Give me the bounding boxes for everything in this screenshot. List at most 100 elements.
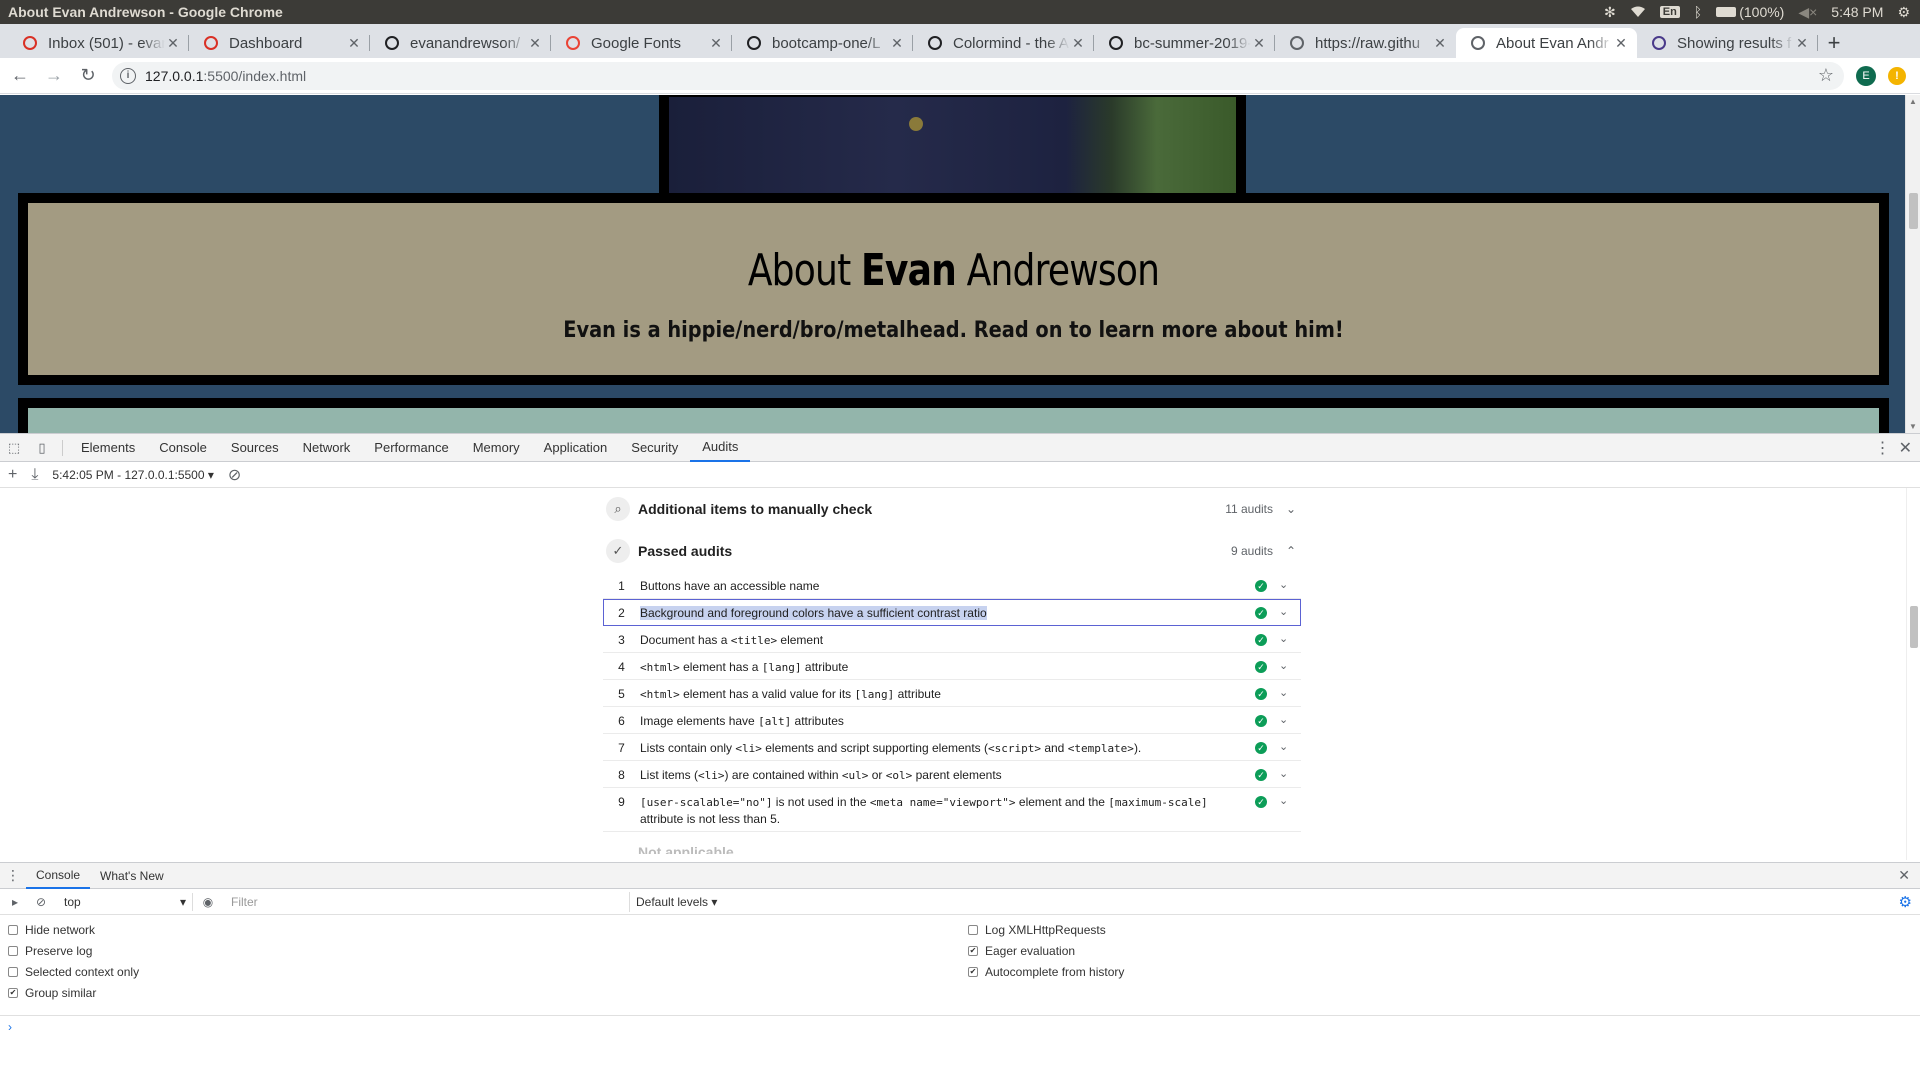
checkbox[interactable]: [8, 945, 18, 956]
console-option[interactable]: ✔ Group similar: [0, 982, 960, 1003]
audit-row[interactable]: 6 Image elements have [alt] attributes ✓ ⌄: [603, 707, 1301, 734]
close-tab-icon[interactable]: ✕: [527, 35, 543, 52]
back-button[interactable]: ←: [6, 62, 34, 90]
clear-all-icon[interactable]: ⊘: [228, 465, 241, 485]
sidebar-toggle-icon[interactable]: ▸: [4, 895, 26, 909]
close-tab-icon[interactable]: ✕: [165, 35, 181, 52]
reload-button[interactable]: ↻: [74, 62, 102, 90]
browser-tab[interactable]: Google Fonts ✕: [551, 28, 732, 58]
close-tab-icon[interactable]: ✕: [1070, 35, 1086, 52]
browser-tab[interactable]: bootcamp-one/L ✕: [732, 28, 913, 58]
bluetooth-icon[interactable]: ᛒ: [1694, 4, 1702, 20]
chevron-down-icon[interactable]: ⌄: [1279, 686, 1293, 699]
console-settings-gear-icon[interactable]: ⚙: [1899, 893, 1912, 911]
close-tab-icon[interactable]: ✕: [1432, 35, 1448, 52]
audit-row[interactable]: 5 <html> element has a valid value for it…: [603, 680, 1301, 707]
clock[interactable]: 5:48 PM: [1831, 4, 1883, 20]
scroll-down-arrow[interactable]: ▼: [1909, 422, 1917, 431]
gear-icon[interactable]: ⚙: [1897, 4, 1910, 21]
devtools-tab-performance[interactable]: Performance: [362, 434, 460, 462]
close-tab-icon[interactable]: ✕: [1794, 35, 1810, 52]
new-audit-icon[interactable]: +: [8, 466, 17, 484]
close-tab-icon[interactable]: ✕: [1251, 35, 1267, 52]
browser-tab[interactable]: evanandrewson/ ✕: [370, 28, 551, 58]
new-tab-button[interactable]: +: [1818, 28, 1850, 58]
checkbox[interactable]: [968, 924, 978, 935]
battery-indicator[interactable]: (100%): [1716, 4, 1784, 20]
bookmark-star-icon[interactable]: ☆: [1818, 65, 1834, 86]
info-icon[interactable]: i: [120, 67, 136, 84]
audit-row[interactable]: 4 <html> element has a [lang] attribute ✓ ⌄: [603, 653, 1301, 680]
devtools-tab-memory[interactable]: Memory: [461, 434, 532, 462]
inspect-element-icon[interactable]: ⬚: [0, 434, 28, 462]
drawer-menu-icon[interactable]: ⋮: [0, 867, 26, 884]
console-option[interactable]: ✔ Autocomplete from history: [960, 961, 1920, 982]
checkbox[interactable]: [8, 966, 18, 977]
checkbox[interactable]: ✔: [968, 945, 978, 956]
devtools-tab-elements[interactable]: Elements: [69, 434, 147, 462]
profile-avatar[interactable]: E: [1856, 65, 1876, 86]
chevron-down-icon[interactable]: ⌄: [1279, 578, 1293, 591]
forward-button[interactable]: →: [40, 62, 68, 90]
close-tab-icon[interactable]: ✕: [346, 35, 362, 52]
audit-row[interactable]: 9 [user-scalable="no"] is not used in the…: [603, 788, 1301, 832]
browser-tab[interactable]: https://raw.githu ✕: [1275, 28, 1456, 58]
chevron-down-icon[interactable]: ⌄: [1279, 659, 1293, 672]
volume-muted-icon[interactable]: ◀×: [1798, 4, 1817, 21]
devtools-tab-console[interactable]: Console: [147, 434, 219, 462]
chevron-down-icon[interactable]: ⌄: [1279, 740, 1293, 753]
console-prompt[interactable]: ›: [0, 1015, 1920, 1037]
drawer-tab[interactable]: What's New: [90, 863, 174, 889]
download-report-icon[interactable]: ⤓: [31, 466, 38, 484]
devtools-tab-audits[interactable]: Audits: [690, 434, 751, 462]
browser-tab[interactable]: Colormind - the A ✕: [913, 28, 1094, 58]
console-option[interactable]: Log XMLHttpRequests: [960, 919, 1920, 940]
page-scrollbar-thumb[interactable]: [1909, 193, 1918, 229]
context-selector[interactable]: top ▾: [58, 892, 193, 911]
console-option[interactable]: Preserve log: [0, 940, 960, 961]
checkbox[interactable]: [8, 924, 18, 935]
devtools-tab-security[interactable]: Security: [619, 434, 690, 462]
close-tab-icon[interactable]: ✕: [708, 35, 724, 52]
audit-row[interactable]: 2 Background and foreground colors have a…: [603, 599, 1301, 626]
close-tab-icon[interactable]: ✕: [889, 35, 905, 52]
audit-row[interactable]: 8 List items (<li>) are contained within …: [603, 761, 1301, 788]
keyboard-language-indicator[interactable]: En: [1659, 6, 1680, 18]
audit-row[interactable]: 7 Lists contain only <li> elements and sc…: [603, 734, 1301, 761]
extension-icon[interactable]: !: [1888, 66, 1906, 85]
close-tab-icon[interactable]: ✕: [1613, 35, 1629, 52]
chevron-down-icon[interactable]: ⌄: [1279, 605, 1293, 618]
browser-tab[interactable]: Showing results f ✕: [1637, 28, 1818, 58]
console-option[interactable]: Hide network: [0, 919, 960, 940]
clear-console-icon[interactable]: ⊘: [30, 895, 52, 909]
audit-row[interactable]: 1 Buttons have an accessible name ✓ ⌄: [603, 572, 1301, 599]
report-scrollbar[interactable]: [1906, 488, 1920, 860]
drawer-tab[interactable]: Console: [26, 863, 91, 889]
not-applicable-group-partial[interactable]: Not applicable: [603, 844, 1301, 854]
chevron-down-icon[interactable]: ⌄: [1279, 794, 1293, 807]
chevron-down-icon[interactable]: ⌄: [1279, 767, 1293, 780]
browser-tab[interactable]: Inbox (501) - evan ✕: [8, 28, 189, 58]
close-devtools-icon[interactable]: ✕: [1899, 438, 1912, 458]
wifi-icon[interactable]: [1630, 6, 1646, 18]
chevron-down-icon[interactable]: ⌄: [1279, 632, 1293, 645]
log-levels-dropdown[interactable]: Default levels ▾: [636, 895, 717, 909]
page-scrollbar[interactable]: ▲ ▼: [1905, 95, 1920, 433]
console-option[interactable]: ✔ Eager evaluation: [960, 940, 1920, 961]
browser-tab[interactable]: About Evan Andr ✕: [1456, 28, 1637, 58]
checkbox[interactable]: ✔: [968, 966, 978, 977]
dropbox-icon[interactable]: ✻: [1604, 4, 1616, 21]
console-filter-input[interactable]: [225, 891, 630, 912]
chevron-down-icon[interactable]: ⌄: [1279, 713, 1293, 726]
devtools-tab-network[interactable]: Network: [291, 434, 363, 462]
more-options-icon[interactable]: ⋮: [1875, 438, 1891, 458]
audit-row[interactable]: 3 Document has a <title> element ✓ ⌄: [603, 626, 1301, 653]
browser-tab[interactable]: Dashboard ✕: [189, 28, 370, 58]
report-scrollbar-thumb[interactable]: [1910, 606, 1918, 648]
console-option[interactable]: Selected context only: [0, 961, 960, 982]
eye-icon[interactable]: ◉: [197, 895, 219, 909]
scroll-up-arrow[interactable]: ▲: [1909, 97, 1917, 106]
passed-audits-group[interactable]: ✓ Passed audits 9 audits ⌃: [603, 530, 1301, 572]
audit-run-selector[interactable]: 5:42:05 PM - 127.0.0.1:5500 ▾: [52, 468, 213, 482]
browser-tab[interactable]: bc-summer-2019- ✕: [1094, 28, 1275, 58]
